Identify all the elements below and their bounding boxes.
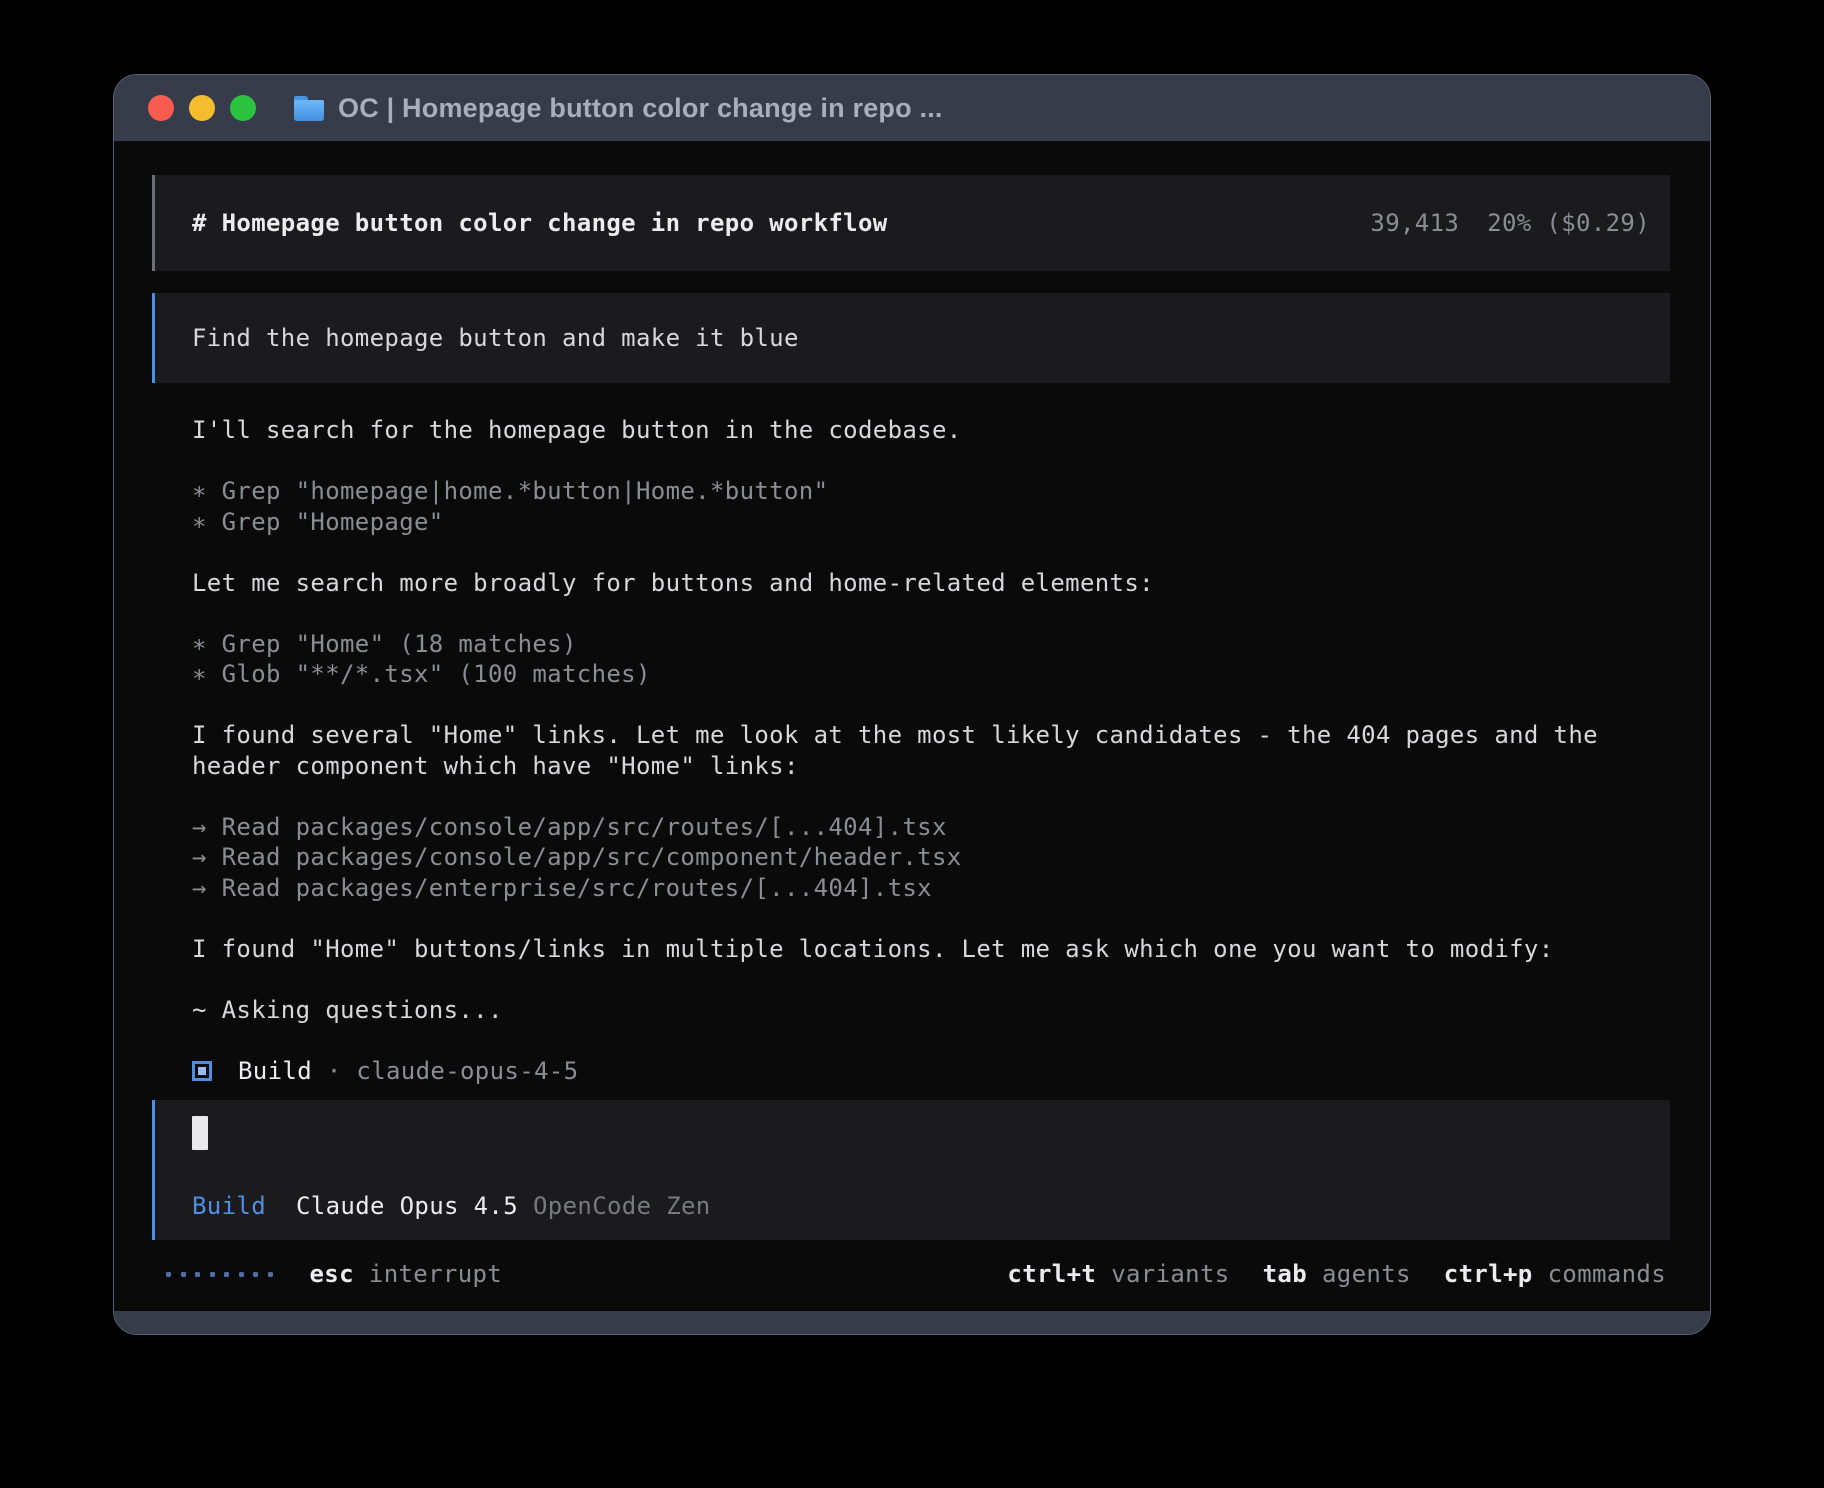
- shortcut-key: ctrl+p: [1444, 1260, 1533, 1288]
- transcript-line: I found several "Home" links. Let me loo…: [192, 720, 1670, 751]
- shortcut-label: commands: [1548, 1260, 1666, 1288]
- text-cursor: [192, 1116, 208, 1150]
- shortcut-agents: tab agents: [1263, 1260, 1411, 1288]
- window-title-area: OC | Homepage button color change in rep…: [294, 93, 943, 124]
- user-message-text: Find the homepage button and make it blu…: [192, 324, 799, 352]
- build-agent-icon: [192, 1061, 212, 1081]
- spinner-dot: [195, 1272, 200, 1277]
- input-agent-label[interactable]: Build: [192, 1192, 266, 1220]
- tool-call-read: → Read packages/console/app/src/routes/[…: [192, 812, 1670, 843]
- status-bar: esc interrupt ctrl+t variants tab agents…: [152, 1257, 1670, 1291]
- shortcut-key: ctrl+t: [1007, 1260, 1096, 1288]
- transcript-line: Let me search more broadly for buttons a…: [192, 568, 1670, 599]
- agent-status-line: Build · claude-opus-4-5: [152, 1056, 1670, 1087]
- close-button[interactable]: [148, 95, 174, 121]
- window-titlebar: OC | Homepage button color change in rep…: [114, 75, 1710, 141]
- tool-call-read: → Read packages/enterprise/src/routes/[.…: [192, 873, 1670, 904]
- terminal-content: # Homepage button color change in repo w…: [114, 141, 1710, 1311]
- shortcut-commands: ctrl+p commands: [1444, 1260, 1666, 1288]
- tool-call-read: → Read packages/console/app/src/componen…: [192, 842, 1670, 873]
- traffic-lights: [148, 95, 256, 121]
- shortcut-label: agents: [1322, 1260, 1411, 1288]
- spinner-dot: [268, 1272, 273, 1277]
- transcript-blank: [192, 598, 1670, 629]
- shortcut-key: tab: [1263, 1260, 1307, 1288]
- shortcut-key-esc: esc: [310, 1260, 354, 1288]
- shortcut-label-interrupt: interrupt: [369, 1260, 502, 1288]
- folder-icon: [294, 96, 324, 121]
- token-count: 39,413: [1370, 209, 1459, 237]
- transcript-blank: [192, 781, 1670, 812]
- status-bar-left: esc interrupt: [166, 1260, 502, 1288]
- spinner-dot: [166, 1272, 171, 1277]
- input-provider-label: OpenCode Zen: [533, 1192, 711, 1220]
- user-message: Find the homepage button and make it blu…: [152, 293, 1670, 383]
- tool-call-grep: ∗ Grep "Homepage": [192, 507, 1670, 538]
- shortcut-variants: ctrl+t variants: [1007, 1260, 1229, 1288]
- transcript-line: header component which have "Home" links…: [192, 751, 1670, 782]
- tool-call-grep: ∗ Grep "homepage|home.*button|Home.*butt…: [192, 476, 1670, 507]
- session-title: # Homepage button color change in repo w…: [192, 209, 888, 237]
- input-meta-row: Build Claude Opus 4.5 OpenCode Zen: [192, 1192, 1650, 1220]
- spinner-dot: [210, 1272, 215, 1277]
- context-cost: 20% ($0.29): [1487, 209, 1650, 237]
- session-header: # Homepage button color change in repo w…: [152, 175, 1670, 271]
- agent-model: claude-opus-4-5: [356, 1057, 578, 1085]
- input-model-label[interactable]: Claude Opus 4.5: [296, 1192, 518, 1220]
- spinner-dot: [239, 1272, 244, 1277]
- transcript-blank: [192, 446, 1670, 477]
- window-title: OC | Homepage button color change in rep…: [338, 93, 943, 124]
- transcript-blank: [192, 964, 1670, 995]
- transcript-blank: [192, 690, 1670, 721]
- prompt-input[interactable]: Build Claude Opus 4.5 OpenCode Zen: [152, 1100, 1670, 1240]
- transcript-status-line: ~ Asking questions...: [192, 995, 1670, 1026]
- status-bar-right: ctrl+t variants tab agents ctrl+p comman…: [1007, 1260, 1666, 1288]
- session-stats: 39,413 20% ($0.29): [1370, 209, 1650, 237]
- agent-name: Build: [238, 1057, 312, 1085]
- spinner-dot: [253, 1272, 258, 1277]
- transcript-line: I found "Home" buttons/links in multiple…: [192, 934, 1670, 965]
- spinner-dot: [224, 1272, 229, 1277]
- spinner-dot: [181, 1272, 186, 1277]
- minimize-button[interactable]: [189, 95, 215, 121]
- transcript-blank: [192, 903, 1670, 934]
- transcript-line: I'll search for the homepage button in t…: [192, 415, 1670, 446]
- tool-call-grep: ∗ Grep "Home" (18 matches): [192, 629, 1670, 660]
- shortcut-label: variants: [1111, 1260, 1229, 1288]
- separator-dot: ·: [312, 1057, 356, 1085]
- window-bottom-edge: [114, 1311, 1710, 1334]
- activity-spinner-dots: [166, 1272, 273, 1277]
- transcript-blank: [192, 537, 1670, 568]
- terminal-window: OC | Homepage button color change in rep…: [113, 74, 1711, 1335]
- maximize-button[interactable]: [230, 95, 256, 121]
- tool-call-glob: ∗ Glob "**/*.tsx" (100 matches): [192, 659, 1670, 690]
- assistant-transcript: I'll search for the homepage button in t…: [152, 415, 1670, 1025]
